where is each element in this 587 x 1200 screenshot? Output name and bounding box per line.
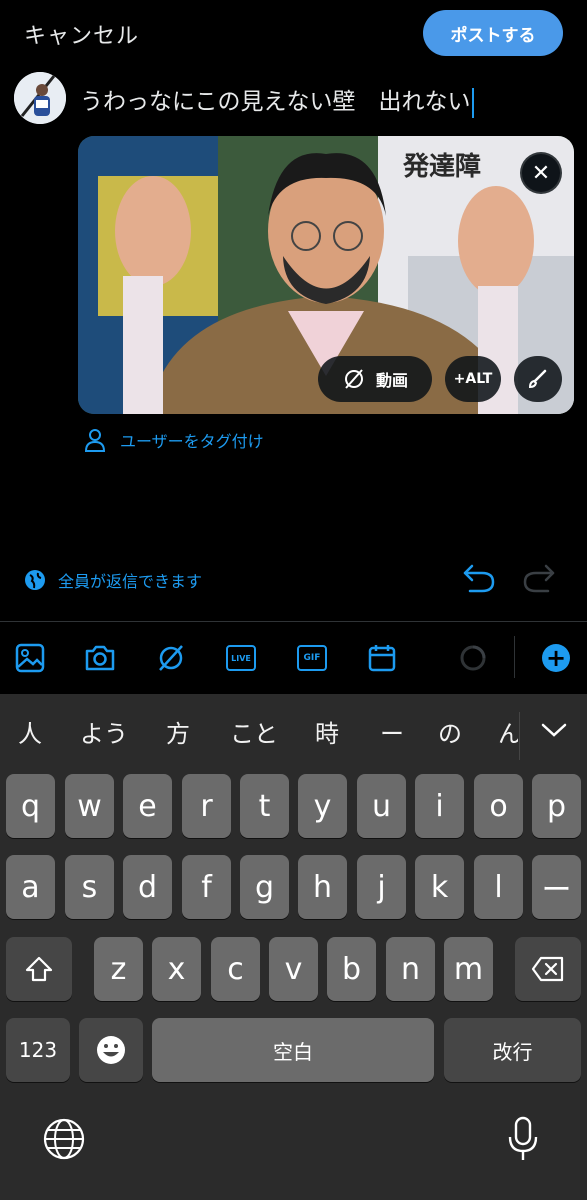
delete-key[interactable] — [515, 937, 581, 1001]
key[interactable]: e — [123, 774, 172, 838]
key[interactable]: r — [182, 774, 231, 838]
undo-icon — [463, 564, 495, 593]
key[interactable]: i — [415, 774, 464, 838]
avatar[interactable] — [14, 72, 66, 124]
key[interactable]: h — [298, 855, 347, 919]
dictation-key[interactable] — [505, 1115, 541, 1167]
key[interactable]: j — [357, 855, 406, 919]
key[interactable]: q — [6, 774, 55, 838]
candidate-word[interactable]: ん — [498, 714, 518, 749]
key[interactable]: z — [94, 937, 143, 1001]
divider — [0, 621, 587, 622]
camera-button[interactable] — [84, 640, 116, 676]
text-caret — [471, 87, 474, 118]
key[interactable]: f — [182, 855, 231, 919]
character-counter — [459, 644, 487, 672]
key[interactable]: p — [532, 774, 581, 838]
key[interactable]: o — [474, 774, 523, 838]
live-button[interactable]: LIVE — [225, 640, 257, 676]
key[interactable]: g — [240, 855, 289, 919]
image-icon — [15, 643, 45, 673]
video-button[interactable] — [155, 640, 187, 676]
redo-icon — [523, 564, 555, 593]
key[interactable]: u — [357, 774, 406, 838]
toolbar-divider — [514, 636, 515, 678]
reply-setting-button[interactable]: 全員が返信できます — [24, 568, 202, 592]
key[interactable]: c — [211, 937, 260, 1001]
chevron-down-icon — [541, 723, 567, 737]
alt-text-button[interactable]: +ALT — [445, 356, 501, 402]
emoji-key[interactable] — [79, 1018, 143, 1082]
video-edit-icon — [344, 369, 363, 389]
add-post-button[interactable]: + — [542, 644, 570, 672]
progress-ring-icon — [460, 645, 486, 671]
key[interactable]: v — [269, 937, 318, 1001]
key[interactable]: ー — [532, 855, 581, 919]
expand-candidates-button[interactable] — [540, 720, 568, 744]
key[interactable]: s — [65, 855, 114, 919]
redo-button[interactable] — [522, 562, 556, 598]
key[interactable]: d — [123, 855, 172, 919]
globe-icon — [25, 570, 45, 590]
tweet-text-input[interactable]: うわっなにこの見えない壁 出れない — [80, 82, 474, 118]
person-icon — [84, 429, 106, 452]
key[interactable]: x — [152, 937, 201, 1001]
candidate-word[interactable]: の — [438, 714, 462, 749]
candidate-word[interactable]: 時 — [315, 714, 339, 749]
numbers-key[interactable]: 123 — [6, 1018, 70, 1082]
close-icon: ✕ — [531, 160, 551, 186]
video-label: 動画 — [375, 371, 408, 390]
candidate-word[interactable]: ー — [380, 714, 404, 749]
key[interactable]: n — [386, 937, 435, 1001]
add-image-button[interactable] — [14, 640, 46, 676]
candidate-word[interactable]: よう — [80, 714, 128, 749]
candidate-word[interactable]: こと — [230, 714, 278, 749]
key[interactable]: k — [415, 855, 464, 919]
reply-setting-label: 全員が返信できます — [58, 572, 203, 591]
camera-icon — [85, 645, 115, 671]
avatar-image — [14, 72, 66, 124]
key[interactable]: w — [65, 774, 114, 838]
cancel-button[interactable]: キャンセル — [24, 18, 139, 50]
backspace-icon — [531, 956, 564, 982]
tag-users-label: ユーザーをタグ付け — [120, 432, 264, 451]
video-edit-button[interactable]: 動画 — [318, 356, 432, 402]
shift-icon — [25, 956, 53, 982]
alt-label: +ALT — [453, 371, 493, 387]
plus-icon: + — [545, 644, 567, 672]
remove-media-button[interactable]: ✕ — [520, 152, 562, 194]
post-button[interactable]: ポストする — [423, 10, 563, 56]
return-key[interactable]: 改行 — [444, 1018, 581, 1082]
space-key[interactable]: 空白 — [152, 1018, 434, 1082]
tag-users-button[interactable]: ユーザーをタグ付け — [84, 428, 264, 452]
globe-key[interactable] — [42, 1117, 86, 1165]
undo-button[interactable] — [462, 562, 496, 598]
microphone-icon — [508, 1116, 538, 1160]
gif-icon: GIF — [297, 645, 327, 671]
shift-key[interactable] — [6, 937, 72, 1001]
schedule-icon — [368, 645, 396, 672]
key[interactable]: a — [6, 855, 55, 919]
live-icon: LIVE — [226, 645, 256, 671]
key[interactable]: m — [444, 937, 493, 1001]
key[interactable]: l — [474, 855, 523, 919]
candidate-word[interactable]: 人 — [18, 714, 42, 749]
key[interactable]: y — [298, 774, 347, 838]
schedule-button[interactable] — [366, 640, 398, 676]
candidate-word[interactable]: 方 — [166, 714, 190, 749]
gif-button[interactable]: GIF — [296, 640, 328, 676]
video-edit-icon — [159, 645, 183, 671]
edit-media-button[interactable] — [514, 356, 562, 402]
brush-icon — [528, 369, 547, 389]
media-overlay-text: 発達障 — [403, 152, 482, 182]
key[interactable]: b — [327, 937, 376, 1001]
emoji-icon — [97, 1036, 125, 1064]
candidate-divider — [519, 712, 520, 760]
key[interactable]: t — [240, 774, 289, 838]
globe-icon — [43, 1118, 85, 1160]
tweet-text: うわっなにこの見えない壁 出れない — [80, 89, 471, 115]
